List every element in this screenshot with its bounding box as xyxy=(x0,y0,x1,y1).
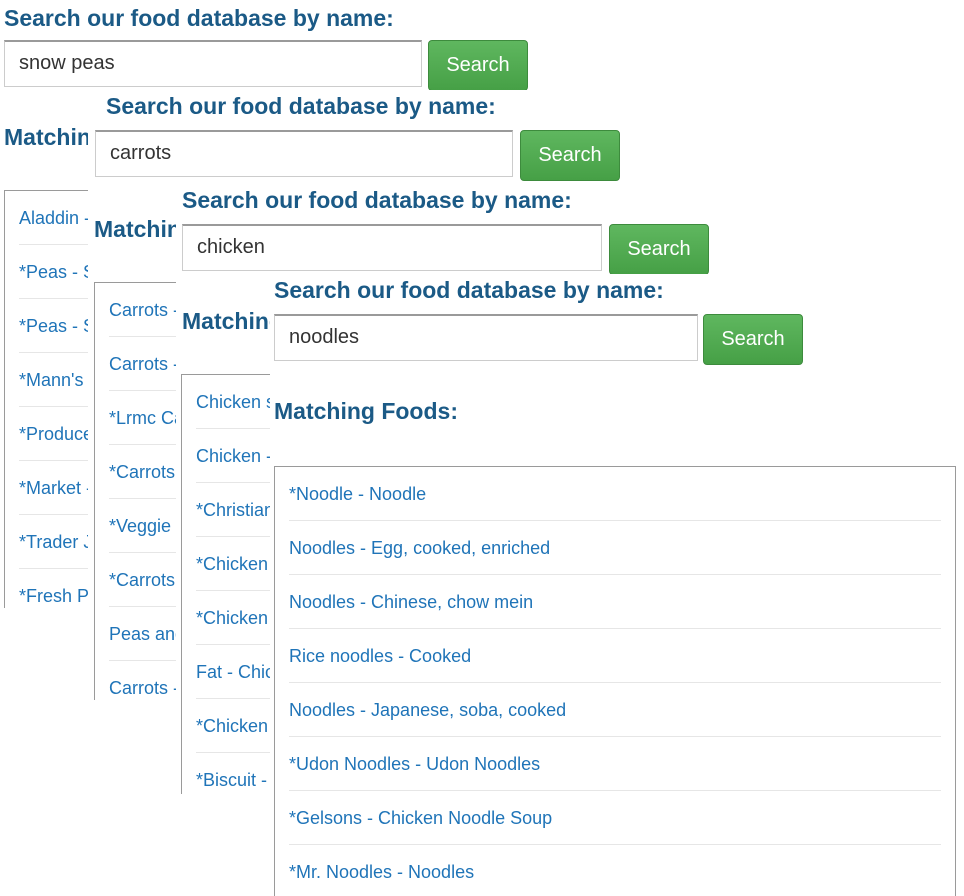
result-link[interactable]: *Udon Noodles - Udon Noodles xyxy=(289,737,941,791)
search-heading: Search our food database by name: xyxy=(4,5,394,31)
search-input[interactable]: carrots xyxy=(95,130,513,177)
search-input[interactable]: snow peas xyxy=(4,40,422,87)
search-button[interactable]: Search xyxy=(428,40,528,91)
matching-foods-heading: Matching Foods: xyxy=(274,398,458,424)
search-heading: Search our food database by name: xyxy=(182,187,572,213)
result-link[interactable]: *Gelsons - Chicken Noodle Soup xyxy=(289,791,941,845)
search-button[interactable]: Search xyxy=(703,314,803,365)
search-panel-noodles: Search our food database by name: noodle… xyxy=(270,274,964,896)
result-link[interactable]: Noodles - Egg, cooked, enriched xyxy=(289,521,941,575)
result-link[interactable]: Noodles - Japanese, soba, cooked xyxy=(289,683,941,737)
search-input[interactable]: noodles xyxy=(274,314,698,361)
results-list: *Noodle - Noodle Noodles - Egg, cooked, … xyxy=(274,466,956,896)
result-link[interactable]: Noodles - Chinese, chow mein xyxy=(289,575,941,629)
search-heading: Search our food database by name: xyxy=(274,277,664,303)
result-link[interactable]: *Noodle - Noodle xyxy=(289,467,941,521)
search-input[interactable]: chicken xyxy=(182,224,602,271)
search-button[interactable]: Search xyxy=(520,130,620,181)
search-button[interactable]: Search xyxy=(609,224,709,275)
result-link[interactable]: *Mr. Noodles - Noodles xyxy=(289,845,941,896)
search-heading: Search our food database by name: xyxy=(106,93,496,119)
result-link[interactable]: Rice noodles - Cooked xyxy=(289,629,941,683)
